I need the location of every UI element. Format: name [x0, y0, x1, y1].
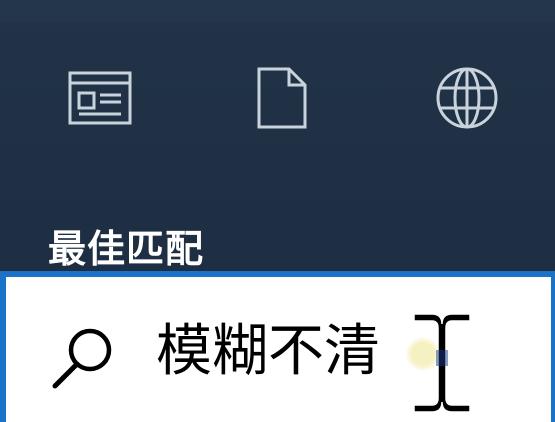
search-box[interactable]: 模糊不清: [0, 271, 555, 422]
best-match-heading: 最佳匹配: [48, 227, 205, 271]
search-input[interactable]: 模糊不清: [156, 317, 380, 387]
top-strip: [0, 0, 555, 22]
globe-icon: [436, 67, 498, 128]
filter-documents-button[interactable]: [232, 50, 332, 145]
text-cursor-icon: [413, 313, 471, 413]
search-filter-bar: [0, 50, 555, 145]
filter-apps-button[interactable]: [50, 50, 150, 145]
search-icon: [52, 328, 112, 389]
app-window-icon: [68, 71, 132, 124]
document-icon: [257, 67, 307, 128]
start-menu-search-panel: 最佳匹配 模糊不清: [0, 0, 555, 422]
filter-web-button[interactable]: [417, 50, 517, 145]
search-field[interactable]: 模糊不清: [6, 277, 551, 422]
